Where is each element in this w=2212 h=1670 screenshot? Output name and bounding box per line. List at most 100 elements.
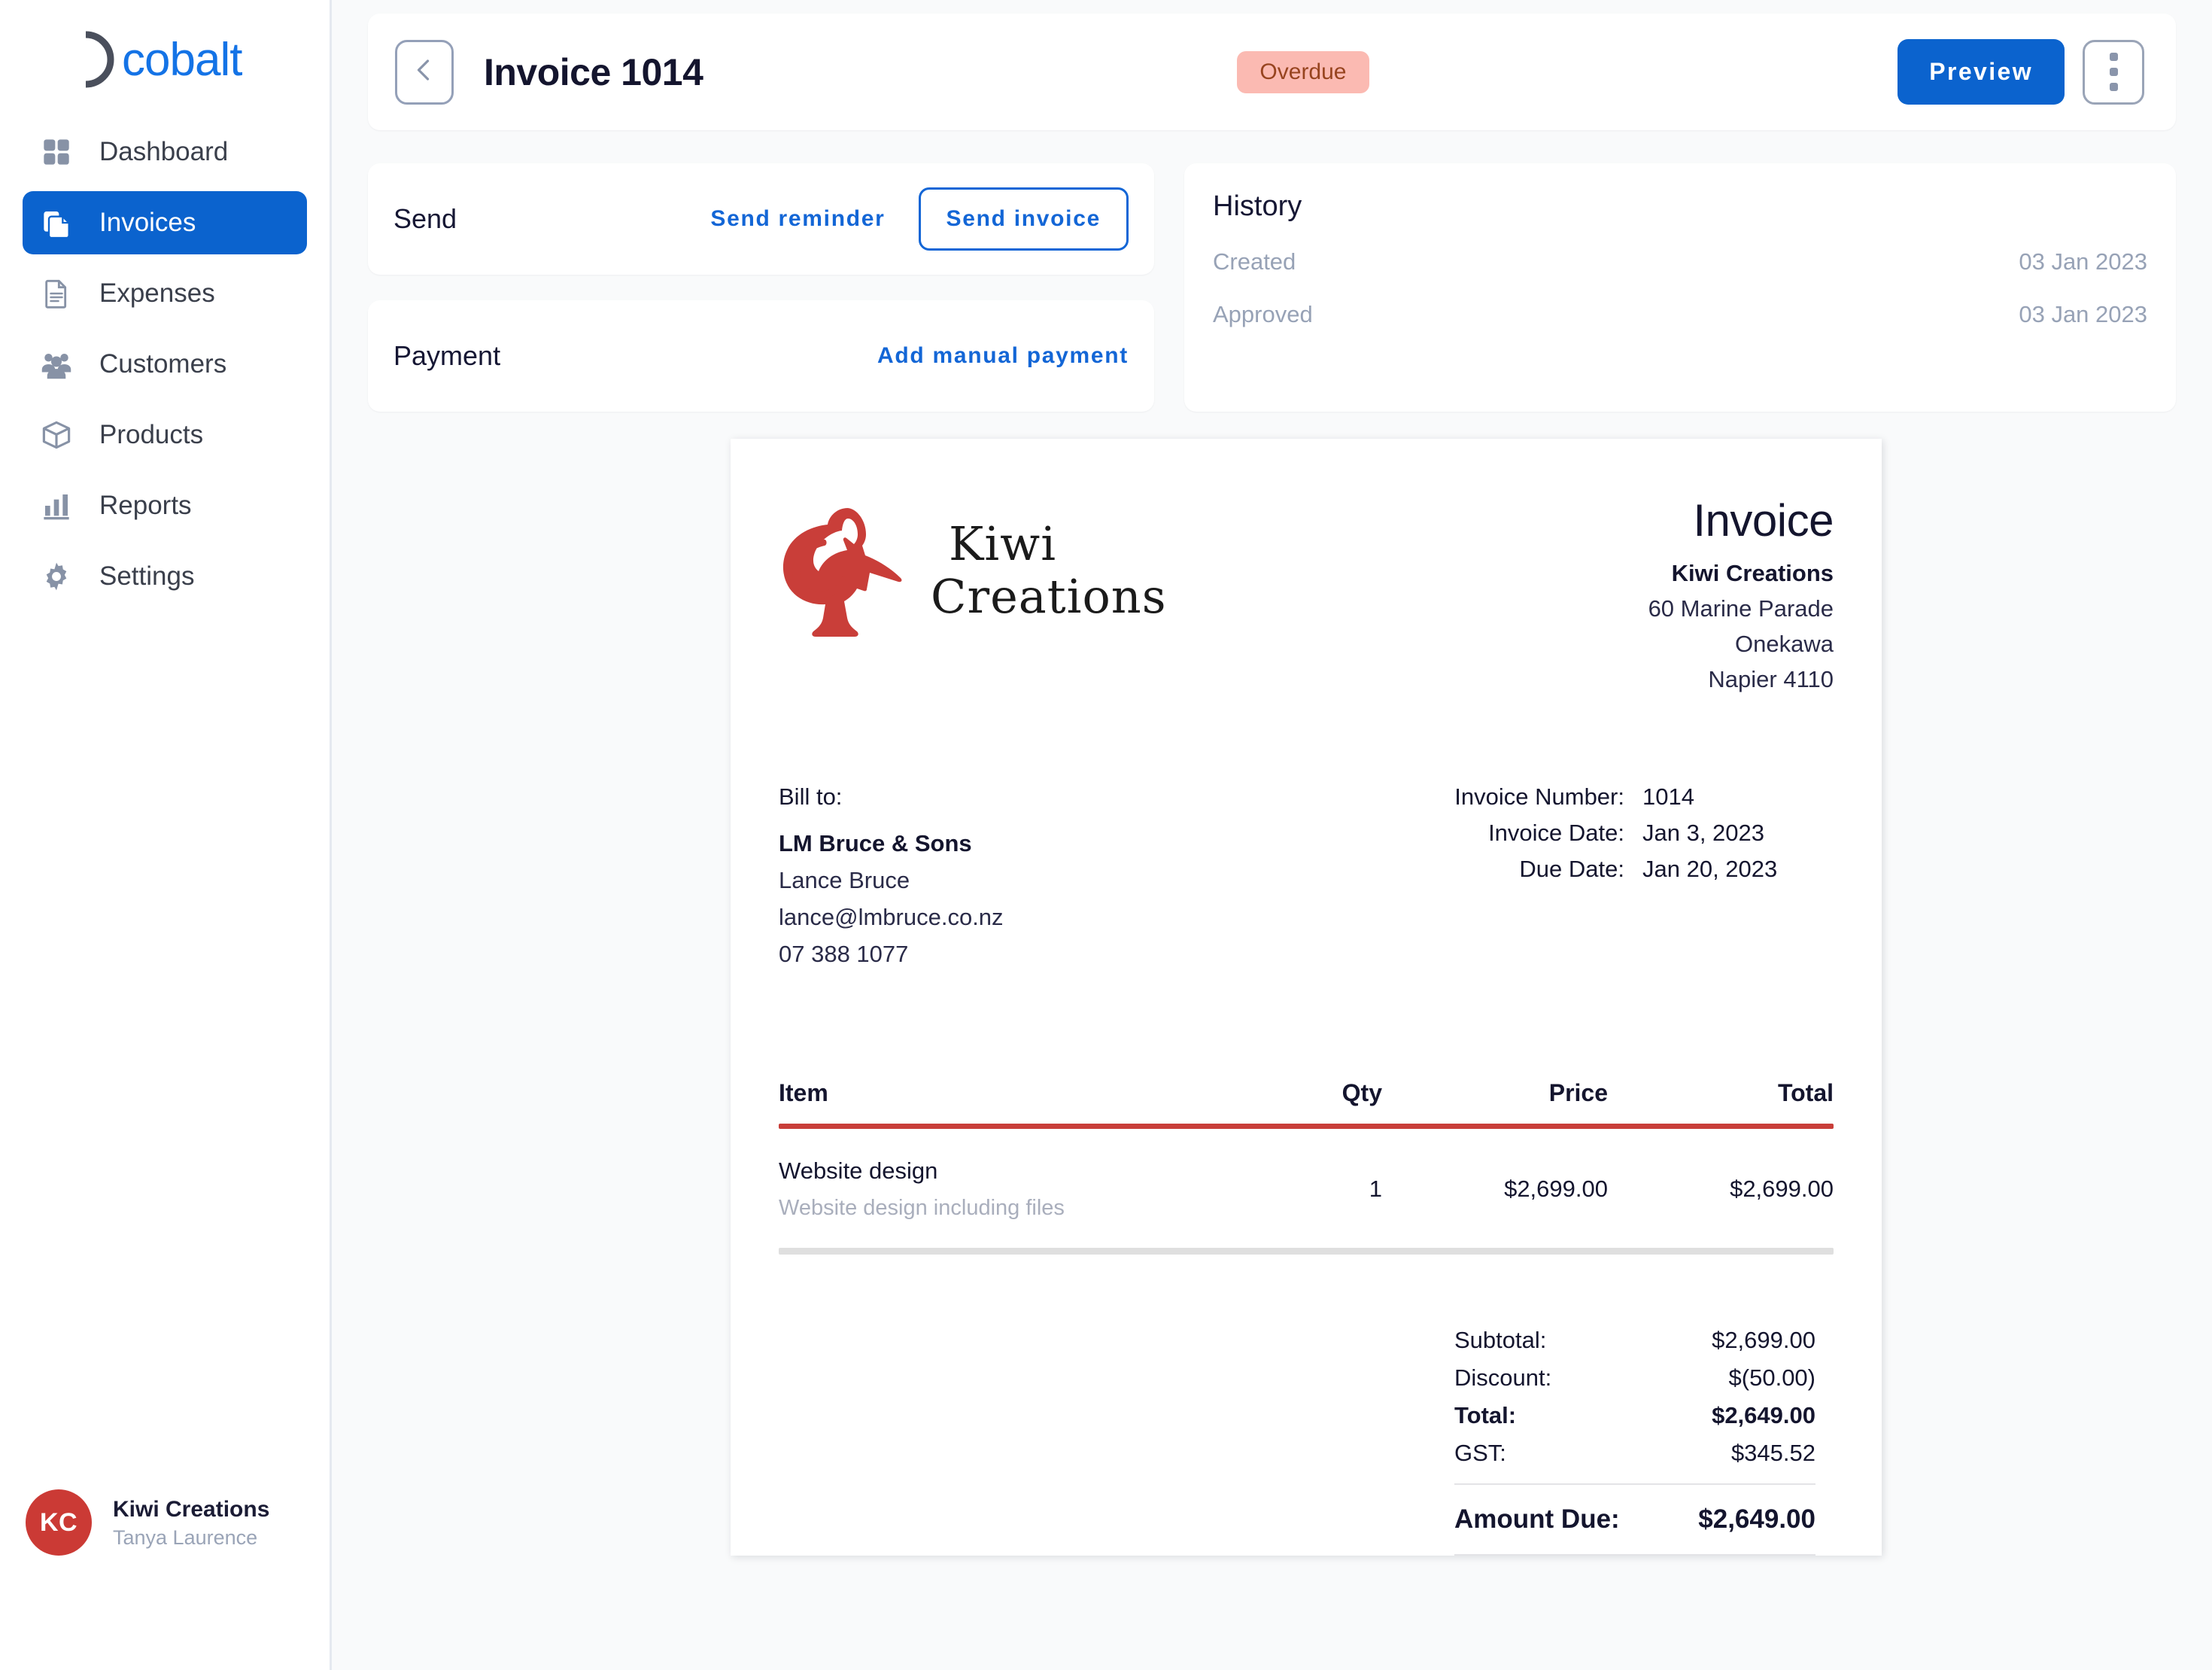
bill-to-company: LM Bruce & Sons — [779, 830, 972, 856]
totals-label: Subtotal: — [1454, 1327, 1547, 1353]
totals-label: GST: — [1454, 1440, 1506, 1466]
totals-table: Subtotal: $2,699.00 Discount: $(50.00) T… — [1454, 1327, 1815, 1556]
sidebar-item-label: Settings — [99, 561, 195, 591]
invoice-meta-value: Jan 20, 2023 — [1642, 856, 1778, 882]
invoice-meta-value: Jan 3, 2023 — [1642, 820, 1765, 846]
history-row-date: 03 Jan 2023 — [2019, 301, 2147, 327]
totals-value: $345.52 — [1730, 1440, 1815, 1466]
invoice-logo: Kiwi Creations — [779, 488, 1167, 642]
bar-chart-icon — [39, 488, 74, 523]
totals-value: $(50.00) — [1728, 1364, 1815, 1391]
status-badge: Overdue — [1237, 50, 1369, 93]
totals-label: Discount: — [1454, 1364, 1552, 1391]
invoice-document: Kiwi Creations Invoice Kiwi Creations 60… — [731, 439, 1882, 1556]
invoice-meta-label: Due Date: — [1519, 856, 1624, 882]
column-header-total: Total — [1777, 1079, 1834, 1106]
totals-row-discount: Discount: $(50.00) — [1454, 1364, 1815, 1392]
totals-row-total: Total: $2,649.00 — [1454, 1402, 1815, 1429]
invoice-logo-wordmark: Kiwi Creations — [931, 521, 1167, 620]
sidebar-item-reports[interactable]: Reports — [23, 474, 307, 537]
send-invoice-button[interactable]: Send invoice — [918, 187, 1129, 251]
sidebar-item-dashboard[interactable]: Dashboard — [23, 120, 307, 184]
user-text: Kiwi Creations Tanya Laurence — [113, 1495, 269, 1550]
send-reminder-button[interactable]: Send reminder — [710, 206, 885, 232]
back-button[interactable] — [395, 39, 454, 105]
main-content: Invoice 1014 Overdue Preview Send Send r… — [332, 0, 2212, 1670]
history-row: Created 03 Jan 2023 — [1213, 248, 2147, 275]
payment-card-actions: Add manual payment — [877, 343, 1129, 369]
invoice-items-table: Item Qty Price Total Website design Webs… — [779, 1079, 1834, 1255]
sidebar-item-label: Customers — [99, 349, 227, 379]
document-lines-icon — [39, 276, 74, 311]
add-manual-payment-button[interactable]: Add manual payment — [877, 343, 1129, 369]
people-icon — [39, 347, 74, 382]
invoice-address-line: Napier 4110 — [1708, 666, 1834, 692]
invoice-address-line: Onekawa — [1735, 631, 1834, 657]
amount-due-label: Amount Due: — [1454, 1504, 1620, 1534]
sidebar-item-label: Reports — [99, 491, 192, 520]
invoice-address-line: 60 Marine Parade — [1648, 595, 1834, 622]
invoice-meta-row: Invoice Number: 1014 — [1376, 783, 1815, 811]
bill-to-contact: Lance Bruce — [779, 867, 910, 893]
line-item-name: Website design — [779, 1157, 938, 1184]
sidebar: cobalt Dashboard Invoices Expenses Custo… — [0, 0, 332, 1670]
history-row-label: Approved — [1213, 301, 1313, 327]
user-profile[interactable]: KC Kiwi Creations Tanya Laurence — [26, 1489, 269, 1556]
card-spacer — [368, 275, 1154, 300]
bill-to-phone: 07 388 1077 — [779, 941, 909, 967]
box-icon — [39, 418, 74, 452]
app-root: cobalt Dashboard Invoices Expenses Custo… — [0, 0, 2212, 1670]
invoice-meta-label: Invoice Number: — [1454, 783, 1624, 810]
logo-word-line-2: Creations — [931, 569, 1167, 624]
invoice-meta-row: Due Date: Jan 20, 2023 — [1376, 856, 1815, 883]
line-item-description: Website design including files — [779, 1196, 1065, 1220]
send-card: Send Send reminder Send invoice — [368, 163, 1154, 275]
sidebar-item-label: Products — [99, 420, 204, 449]
more-options-button[interactable] — [2083, 39, 2144, 105]
invoice-meta-label: Invoice Date: — [1488, 820, 1624, 846]
sidebar-item-settings[interactable]: Settings — [23, 545, 307, 608]
sidebar-item-expenses[interactable]: Expenses — [23, 262, 307, 325]
invoice-totals: Subtotal: $2,699.00 Discount: $(50.00) T… — [779, 1327, 1834, 1556]
table-row: Website design Website design including … — [779, 1129, 1834, 1248]
documents-icon — [39, 205, 74, 240]
totals-row-amount-due: Amount Due: $2,649.00 — [1454, 1504, 1815, 1535]
table-header-row: Item Qty Price Total — [779, 1079, 1834, 1124]
grid-icon — [39, 135, 74, 169]
gear-icon — [39, 559, 74, 594]
preview-button[interactable]: Preview — [1898, 39, 2065, 105]
bill-to-label: Bill to: — [779, 783, 843, 810]
left-action-cards: Send Send reminder Send invoice Payment … — [368, 163, 1154, 412]
sidebar-item-invoices[interactable]: Invoices — [23, 191, 307, 254]
column-header-item: Item — [779, 1079, 828, 1106]
user-org-name: Kiwi Creations — [113, 1496, 270, 1522]
history-title: History — [1213, 190, 1302, 222]
brand-logo[interactable]: cobalt — [0, 0, 330, 98]
invoice-parties: Bill to: LM Bruce & Sons Lance Bruce lan… — [779, 783, 1834, 968]
sidebar-item-label: Expenses — [99, 278, 215, 308]
kiwi-bird-icon — [779, 499, 929, 642]
payment-card-label: Payment — [393, 340, 501, 371]
table-cell-qty: 1 — [1369, 1176, 1382, 1202]
page-title: Invoice 1014 — [484, 50, 703, 93]
totals-row-gst: GST: $345.52 — [1454, 1440, 1815, 1467]
table-cell-total: $2,699.00 — [1730, 1176, 1834, 1202]
totals-value: $2,699.00 — [1712, 1327, 1815, 1353]
totals-separator — [1454, 1483, 1815, 1485]
invoice-document-wrapper: Kiwi Creations Invoice Kiwi Creations 60… — [368, 439, 2176, 1556]
bill-to-email: lance@lmbruce.co.nz — [779, 904, 1004, 930]
avatar: KC — [26, 1489, 92, 1556]
totals-row-subtotal: Subtotal: $2,699.00 — [1454, 1327, 1815, 1354]
invoice-business-name: Kiwi Creations — [1671, 560, 1834, 586]
invoice-meta-row: Invoice Date: Jan 3, 2023 — [1376, 820, 1815, 847]
header-actions: Preview — [1898, 39, 2144, 105]
table-cell-price: $2,699.00 — [1504, 1176, 1608, 1202]
totals-bottom-separator — [1454, 1554, 1815, 1556]
sidebar-item-products[interactable]: Products — [23, 403, 307, 467]
sidebar-item-customers[interactable]: Customers — [23, 333, 307, 396]
totals-label: Total: — [1454, 1402, 1517, 1428]
invoice-meta-block: Invoice Number: 1014 Invoice Date: Jan 3… — [1376, 783, 1834, 968]
invoice-business-block: Invoice Kiwi Creations 60 Marine Parade … — [1648, 488, 1834, 693]
table-header-rule — [779, 1124, 1834, 1129]
cobalt-logo-icon — [39, 29, 131, 90]
